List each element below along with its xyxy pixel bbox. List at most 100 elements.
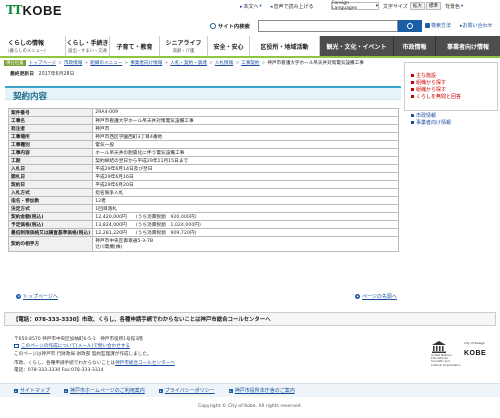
sidebar: 主な施設 組織から探す 組織から探す くらしを無間と回答 市政情報 事業者向け情… <box>404 62 498 126</box>
row-value-text: 神戸市看護大学ホール吊天井対策電気設備工事 <box>95 118 194 124</box>
footer-nav-privacy[interactable]: ▸ プライバシーポリシー <box>158 387 215 394</box>
breadcrumb-link[interactable]: 組織のメニュー <box>90 60 122 66</box>
square-bullet-icon <box>411 81 414 84</box>
row-value: 平成29年6月14日及び翌日 <box>92 164 399 173</box>
row-value-text: 契約締結の翌日から平成29年11月15日まで <box>95 158 189 164</box>
search-input[interactable] <box>258 20 398 32</box>
table-row: 最低制限価格又は調査基準価格(税込) 12,281,220円 (うち消費税額 909… <box>7 228 399 237</box>
nav-item-safety[interactable]: 安全・安心 <box>208 36 250 56</box>
contract-table: 案件番号 29A4-009 工事名 神戸市看護大学ホール吊天井対策電気設備工事 発注者神… <box>7 108 399 252</box>
breadcrumb-link[interactable]: 市政情報 <box>64 60 82 66</box>
footer: 〒650-8570 神戸市中央区加納町6-5-1 神戸市役所1号館3階 このペー… <box>0 331 500 381</box>
row-value: 12,281,220円 (うち消費税額 909,720円) <box>92 228 399 237</box>
nav-item-ward-office[interactable]: 区役所・地域活動 <box>250 36 320 56</box>
sidebar-item-org-2[interactable]: 組織から探す <box>411 86 446 93</box>
foreign-languages-button[interactable]: Foreign Languages ▾ <box>331 1 379 11</box>
sidebar-item-org[interactable]: 組織から探す <box>411 79 446 86</box>
sidebar-item-qa[interactable]: くらしを無間と回答 <box>411 93 461 100</box>
text-enlarge-button[interactable]: 拡大 <box>410 2 425 10</box>
page-top-link[interactable]: ▴ ページの先頭へ <box>355 293 397 300</box>
row-value: 神戸市西区学園西町3丁目4番地 <box>92 132 399 141</box>
row-key: 工事種別 <box>7 140 94 149</box>
table-row: 指名・参加数 12者 <box>7 196 399 205</box>
nav-item-tourism[interactable]: 観光・文化・イベント <box>320 36 394 56</box>
table-row: 工期 契約締結の翌日から平成29年11月15日まで <box>7 156 399 165</box>
table-row: 発注者 神戸市 <box>7 124 399 133</box>
breadcrumb-link[interactable]: 工事契約 <box>241 60 259 66</box>
arrow-up-icon: ▴ <box>355 294 360 299</box>
table-row: 工事場所 神戸市西区学園西町3丁目4番地 <box>7 132 399 141</box>
nav-item-childcare[interactable]: 子育て・教育 <box>110 36 160 56</box>
sidebar-item-facilities[interactable]: 主な施設 <box>411 72 436 79</box>
speaker-icon: ◂ <box>270 3 273 10</box>
kobe-wordmark: KOBE <box>464 350 487 357</box>
footer-mail-line: このページの作成について(メール)で問い合わせする <box>14 343 130 349</box>
skip-to-content-link[interactable]: ▸ 本文へ ▾ <box>240 3 262 11</box>
back-to-top-page-link[interactable]: ◂ トップページへ <box>16 293 58 300</box>
footer-nav-usage[interactable]: ▸ 神戸市ホームページのご利用案内 <box>64 387 145 394</box>
arrow-left-icon: ◂ <box>16 294 21 299</box>
footer-mail-link[interactable]: このページの作成について(メール)で問い合わせする <box>21 344 130 349</box>
row-value-text: 29A4-009 <box>95 110 119 115</box>
breadcrumb-link[interactable]: トップページ <box>29 60 56 66</box>
breadcrumb-link[interactable]: 入札・契約・調達 <box>170 60 207 66</box>
unesco-city-of-design-logo: United Nations Educational, Scientific a… <box>430 341 490 369</box>
chevron-right-icon: > <box>124 60 129 66</box>
search-button[interactable] <box>398 20 422 32</box>
chevron-down-icon: ▾ <box>461 4 464 9</box>
breadcrumb-link[interactable]: 入札情報 <box>215 60 233 66</box>
unesco-temple-icon <box>432 341 446 353</box>
chevron-down-icon: ▾ <box>259 4 262 9</box>
copyright: Copyright © City of Kobe. All rights res… <box>197 404 302 409</box>
kobe-logo[interactable]: TT KOBE <box>6 3 62 18</box>
row-key: 入札方式 <box>7 188 94 197</box>
row-key: 指名・参加数 <box>7 196 94 205</box>
nav-item-living-info[interactable]: くらしの情報 (暮らしのメニュー) <box>0 36 66 56</box>
table-row: 工事内容 ホール吊天井の耐震化に伴う電気設備工事 <box>7 148 399 157</box>
call-center-bar[interactable]: 【電話：078-333-3330】市政、くらし、各種申請手続でわからないことは神… <box>4 312 496 326</box>
chevron-right-icon: > <box>84 60 89 66</box>
chevron-right-icon: > <box>261 60 266 66</box>
row-key: 契約の相手方 <box>7 236 94 252</box>
text-size-label: 文字サイズ <box>383 4 408 10</box>
bg-color-link[interactable]: 背景色 ▾ <box>445 3 463 10</box>
row-value: 29A4-009 <box>92 108 399 117</box>
search-icon <box>407 23 413 29</box>
nav-item-city-info[interactable]: 市政情報 <box>394 36 436 56</box>
nav-item-senior[interactable]: シニアライフ 高齢・介護 <box>160 36 208 56</box>
footer-nav-cityhall[interactable]: ▸ 神戸市役所本庁舎のご案内 <box>228 387 295 394</box>
table-row: 工事種別 電気一般 <box>7 140 399 149</box>
row-key: 契約日 <box>7 180 94 189</box>
row-key: 契約金額(税込) <box>7 212 94 221</box>
breadcrumb-link[interactable]: 事業者向け情報 <box>130 60 162 66</box>
table-row: 予定価格(税込) 13,824,000円 (うち消費税額 1,024,000円) <box>7 220 399 229</box>
footer-nav-sitemap[interactable]: ▸ サイトマップ <box>14 387 50 394</box>
help-icon <box>425 23 430 28</box>
footer-call-line: 市政、くらし、各種申請手続でわからないことは神戸市総合コールセンターへ <box>14 361 175 366</box>
row-value: 神戸市中央区御幸通5-3-7B 辻川電機(株) <box>92 236 399 252</box>
row-key: 工期 <box>7 156 94 165</box>
last-updated: 最終更新日 2017年6月28日 <box>10 72 75 77</box>
chevron-right-icon: > <box>164 60 169 66</box>
text-standard-button[interactable]: 標準 <box>426 2 441 10</box>
sidebar-item-business[interactable]: 事業者向け情報 <box>411 119 451 126</box>
chevron-right-icon: > <box>209 60 213 66</box>
read-aloud-link[interactable]: ◂ 音声で読み上げる <box>270 3 314 11</box>
row-value: 電気一般 <box>92 140 399 149</box>
table-row: 案件番号 29A4-009 <box>7 108 399 117</box>
chevron-right-icon: ▸ <box>64 388 69 393</box>
row-value: 13,824,000円 (うち消費税額 1,024,000円) <box>92 220 399 229</box>
footer-call-link[interactable]: 神戸市総合コールセンターへ <box>115 361 175 366</box>
sidebar-item-city-info[interactable]: 市政情報 <box>411 112 436 119</box>
global-nav: くらしの情報 (暮らしのメニュー) くらし・手続き 届出・すまい・交通 子育て・… <box>0 36 500 56</box>
contact-link[interactable]: ▸お問い合わせ <box>460 22 493 29</box>
row-key: 工事名 <box>7 116 94 125</box>
table-row: 入札方式 指名競争入札 <box>7 188 399 197</box>
nav-item-procedures[interactable]: くらし・手続き 届出・すまい・交通 <box>66 36 110 56</box>
chevron-right-icon: ▸ <box>228 388 233 393</box>
square-bullet-icon <box>411 121 414 124</box>
row-key: 予定価格(税込) <box>7 220 94 229</box>
nav-item-business[interactable]: 事業者向け情報 <box>436 36 500 56</box>
row-value-text: 指名競争入札 <box>95 190 124 196</box>
search-help-link[interactable]: 検索方法 <box>425 22 451 29</box>
